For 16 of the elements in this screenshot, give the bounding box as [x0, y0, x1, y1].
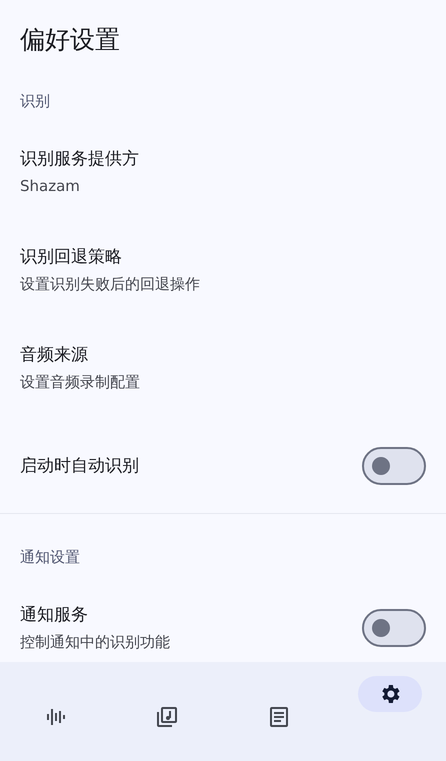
setting-title[interactable]: 识别服务提供方: [20, 147, 426, 171]
setting-subtitle: Shazam: [20, 176, 81, 197]
section-header: 识别: [19, 92, 51, 112]
setting-title[interactable]: 音频来源: [20, 343, 426, 367]
toggle-switch[interactable]: [362, 609, 426, 647]
page-title: 偏好设置: [19, 24, 121, 56]
section-header: 通知设置: [19, 548, 81, 568]
setting-title[interactable]: 启动时自动识别: [20, 454, 362, 478]
setting-subtitle: 设置识别失败后的回退操作: [20, 274, 201, 295]
setting-subtitle: 控制通知中的识别功能: [20, 632, 171, 653]
setting-title[interactable]: 识别回退策略: [20, 245, 426, 269]
nav-tab[interactable]: [358, 676, 422, 712]
music-library-icon: [155, 705, 180, 729]
toggle-switch[interactable]: [362, 447, 426, 485]
setting-subtitle: 设置音频录制配置: [20, 372, 141, 393]
setting-title[interactable]: 通知服务: [20, 603, 362, 627]
